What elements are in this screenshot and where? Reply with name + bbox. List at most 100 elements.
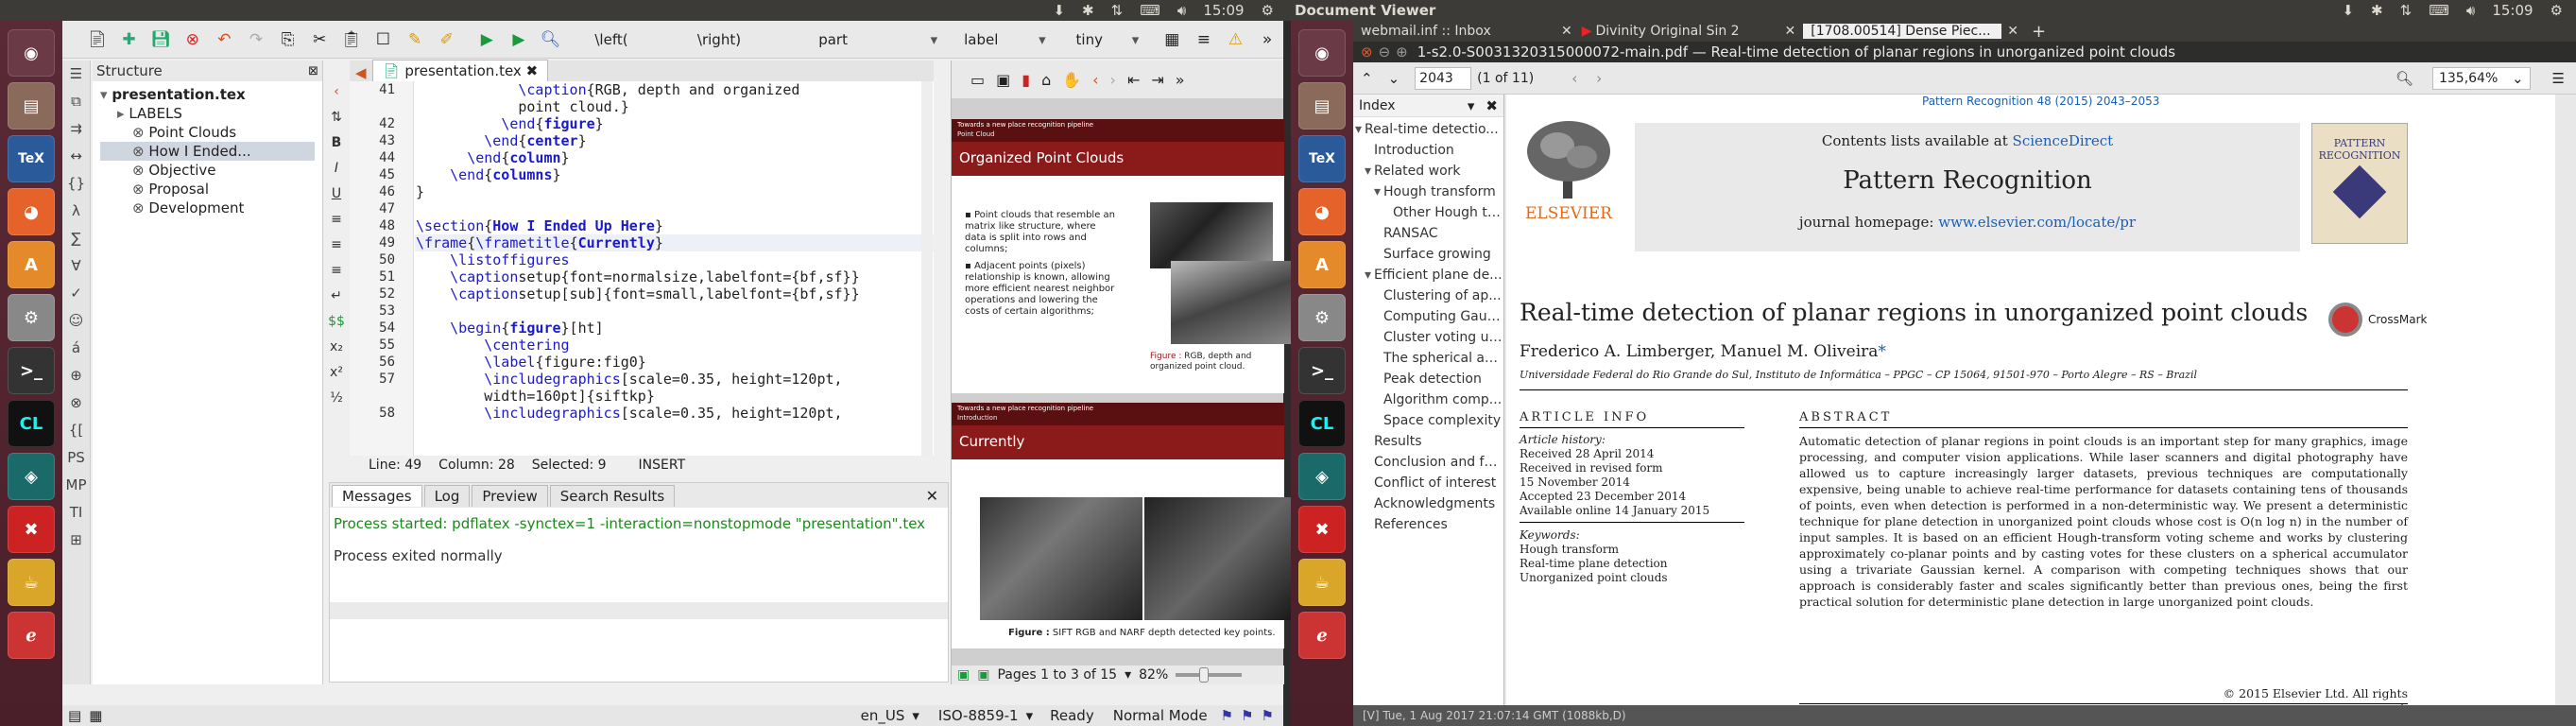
index-dropdown-icon[interactable]: ▾ [1468, 97, 1475, 114]
close-tab-icon[interactable]: ✕ [1561, 24, 1572, 39]
forward-icon[interactable]: › [1110, 71, 1116, 89]
clion-icon[interactable]: CL [8, 400, 55, 447]
keyboard-icon[interactable]: ⌨ [1140, 2, 1160, 19]
close-messages-icon[interactable]: ✕ [926, 487, 938, 505]
bluetooth-icon[interactable]: ✱ [1082, 2, 1094, 19]
journal-ref[interactable]: Pattern Recognition 48 (2015) 2043–2053 [1922, 95, 2159, 108]
firefox-icon[interactable]: ◕ [1298, 188, 1346, 235]
power-icon[interactable]: ⚙ [2550, 2, 2563, 19]
search-icon[interactable]: 🔍︎ [2396, 70, 2413, 87]
index-item[interactable]: Introduction [1353, 140, 1503, 161]
bookmark-icon[interactable]: ⧉ [71, 88, 81, 115]
code-line[interactable]: 55 \centering [350, 337, 934, 354]
xchat-icon[interactable]: ✖ [8, 506, 55, 553]
bookmark-icon[interactable]: ⚑ [1262, 707, 1274, 724]
operator-icon[interactable]: ⊗ [70, 389, 82, 417]
braces-icon[interactable]: {} [67, 170, 85, 198]
page-options-icon[interactable]: ▾ [1125, 667, 1131, 683]
first-page-icon[interactable]: ⇤ [1127, 71, 1140, 89]
compile-icon[interactable]: ▶ [506, 26, 532, 53]
close-window-icon[interactable]: ⊗ [1361, 43, 1373, 60]
size-select[interactable]: tiny [1076, 31, 1132, 48]
code-line[interactable]: 56 \label{figure:fig0} [350, 354, 934, 371]
tab-search-results[interactable]: Search Results [549, 484, 676, 507]
xchat-icon[interactable]: ✖ [1298, 506, 1346, 553]
index-item[interactable]: Conflict of interest [1353, 473, 1503, 493]
save-icon[interactable]: 💾︎ [147, 26, 174, 53]
last-page-icon[interactable]: ⇥ [1151, 71, 1163, 89]
next-page-icon[interactable]: ⌄ [1388, 70, 1400, 87]
index-item[interactable]: Conclusion and fu... [1353, 452, 1503, 473]
menu-icon[interactable]: ☰ [2552, 70, 2565, 87]
code-line[interactable]: width=160pt]{siftkp} [350, 388, 934, 405]
panel-toggle-icon[interactable]: ▤ [68, 707, 81, 724]
dropdown-icon[interactable]: ▾ [1026, 707, 1034, 724]
left-brace-select[interactable]: \left( [594, 31, 697, 48]
index-item[interactable]: Peak detection [1353, 369, 1503, 389]
cut-icon[interactable]: ✂ [306, 26, 333, 53]
panel-toggle-icon[interactable]: ▦ [89, 707, 102, 724]
comment-icon[interactable]: ☐ [370, 26, 397, 53]
network-icon[interactable]: ⇅ [1111, 2, 1124, 19]
back-icon[interactable]: ‹ [1092, 71, 1098, 89]
code-line[interactable]: 47 [350, 200, 934, 217]
editor[interactable]: 41 \caption{RGB, depth and organized poi… [350, 81, 934, 456]
new-template-icon[interactable]: ✚ [116, 26, 143, 53]
code-line[interactable]: 48 \section{How I Ended Up Here} [350, 217, 934, 234]
index-item[interactable]: Cluster voting us... [1353, 327, 1503, 348]
forward-icon[interactable]: › [1596, 70, 1602, 87]
close-tab-icon[interactable]: ✕ [1785, 24, 1796, 39]
tab-preview[interactable]: Preview [472, 484, 548, 507]
index-item[interactable]: RANSAC [1353, 223, 1503, 244]
code-line[interactable]: 54 \begin{figure}[ht] [350, 320, 934, 337]
more-icon[interactable]: » [1176, 71, 1185, 89]
underline-icon[interactable]: U [332, 182, 341, 207]
lambda-icon[interactable]: λ [72, 198, 80, 225]
index-item[interactable]: ▾ Hough transform [1353, 182, 1503, 202]
close-tab-icon[interactable]: ✖ [526, 62, 539, 79]
language-status[interactable]: en_US [861, 707, 905, 724]
code-line[interactable]: 42 \end{figure} [350, 115, 934, 132]
minimize-icon[interactable]: ⊖ [1379, 43, 1391, 60]
align-center-icon[interactable]: ≡ [331, 233, 342, 258]
pdf-icon[interactable]: ▮ [1022, 71, 1030, 89]
build-view-icon[interactable]: ▶ [474, 26, 501, 53]
warning-icon[interactable]: ⚠ [1223, 26, 1249, 53]
frac-icon[interactable]: ½ [330, 386, 343, 411]
code-line[interactable]: 46} [350, 183, 934, 200]
ubuntu-icon[interactable]: ◉ [8, 29, 55, 77]
label-select[interactable]: label [964, 31, 1039, 48]
index-item[interactable]: The spherical ac... [1353, 348, 1503, 369]
texstudio-icon[interactable]: TeX [1298, 135, 1346, 182]
code-line[interactable]: 51 \captionsetup{font=normalsize,labelfo… [350, 268, 934, 285]
index-item[interactable]: Algorithm comp... [1353, 389, 1503, 410]
index-item[interactable]: Clustering of ap... [1353, 285, 1503, 306]
maximize-icon[interactable]: ⊕ [1396, 43, 1408, 60]
firefox-icon[interactable]: ◕ [8, 188, 55, 235]
code-line[interactable]: 44 \end{column} [350, 149, 934, 166]
gitkraken-icon[interactable]: ◈ [1298, 453, 1346, 500]
index-item[interactable]: Acknowledgments [1353, 493, 1503, 514]
bluetooth-icon[interactable]: ✱ [2371, 2, 2383, 19]
zoom-slider[interactable] [1176, 667, 1243, 683]
index-item[interactable]: Space complexity [1353, 410, 1503, 431]
page-input[interactable]: 2043 [1415, 66, 1472, 90]
code-line[interactable]: 50 \listoffigures [350, 251, 934, 268]
volume-icon[interactable]: 🔊︎ [1177, 2, 1186, 19]
forall-icon[interactable]: ∀ [71, 252, 80, 280]
arrows-icon[interactable]: ⇅ [331, 105, 342, 130]
structure-item[interactable]: ⊗ Proposal [100, 180, 315, 199]
dropdown-icon[interactable]: ▾ [912, 707, 919, 724]
files-icon[interactable]: ▤ [8, 82, 55, 130]
new-file-icon[interactable]: 📄︎ [84, 26, 111, 53]
structure-item[interactable]: ⊗ Point Clouds [100, 123, 315, 142]
redo-icon[interactable]: ↷ [243, 26, 269, 53]
keyboard-icon[interactable]: ⌨ [2429, 2, 2449, 19]
check-icon[interactable]: ✓ [70, 280, 82, 307]
smiley-icon[interactable]: ☺ [69, 307, 84, 335]
software-center-icon[interactable]: A [8, 241, 55, 288]
view-icon[interactable]: 🔍︎ [538, 26, 564, 53]
tab-messages[interactable]: Messages [332, 484, 422, 507]
encoding-status[interactable]: ISO-8859-1 [938, 707, 1019, 724]
crossmark[interactable]: CrossMark [2328, 302, 2427, 337]
